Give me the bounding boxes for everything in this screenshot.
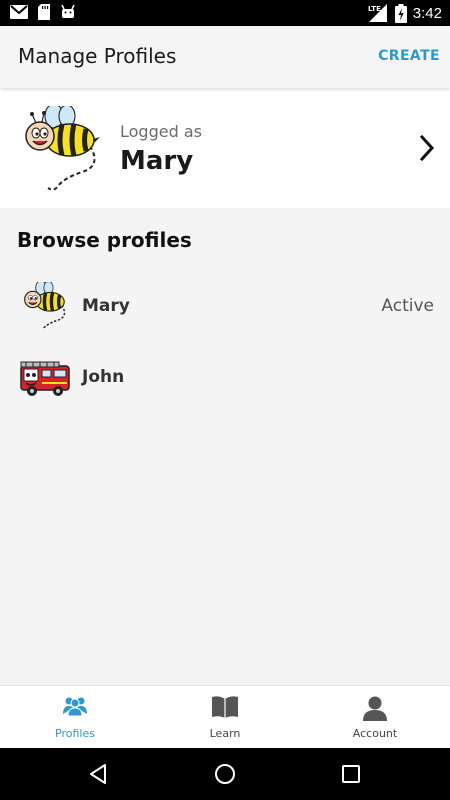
recents-icon[interactable] <box>339 762 363 786</box>
profile-row-mary[interactable]: Mary Active <box>0 276 450 338</box>
android-icon <box>61 4 75 18</box>
bottom-navigation: Profiles Learn Account <box>0 685 450 748</box>
bee-icon <box>25 106 100 191</box>
battery-icon <box>394 3 407 23</box>
sd-card-icon <box>38 4 50 20</box>
home-icon[interactable] <box>213 762 237 786</box>
tab-profiles[interactable]: Profiles <box>0 686 150 748</box>
status-bar: LTE 3:42 <box>0 0 450 26</box>
app-bar: Manage Profiles CREATE <box>0 26 450 88</box>
logged-as-caption: Logged as <box>120 122 202 141</box>
back-icon[interactable] <box>86 762 110 786</box>
profile-name: Mary <box>82 296 130 316</box>
logged-in-name: Mary <box>120 146 194 176</box>
create-profile-button[interactable]: CREATE <box>378 48 440 64</box>
tab-learn[interactable]: Learn <box>150 686 300 748</box>
gmail-icon <box>10 5 28 19</box>
book-icon <box>212 696 238 718</box>
account-icon <box>363 696 387 721</box>
tab-account[interactable]: Account <box>300 686 450 748</box>
logged-in-profile-card[interactable]: Logged as Mary <box>0 88 450 208</box>
chevron-right-icon[interactable] <box>418 134 436 162</box>
status-badge: Active <box>381 296 434 316</box>
bee-icon <box>24 282 66 329</box>
system-navigation-bar <box>0 748 450 800</box>
browse-profiles-heading: Browse profiles <box>17 228 192 252</box>
profile-name: John <box>82 367 125 387</box>
profiles-icon <box>63 697 87 717</box>
tab-label: Account <box>352 727 398 740</box>
signal-icon: LTE <box>368 4 387 22</box>
status-time: 3:42 <box>412 4 442 22</box>
tab-label: Learn <box>209 727 241 740</box>
profile-row-john[interactable]: John <box>0 347 450 409</box>
page-title: Manage Profiles <box>18 44 177 68</box>
fire-truck-icon <box>20 361 70 396</box>
tab-label: Profiles <box>55 727 95 740</box>
network-type-label: LTE <box>368 5 381 13</box>
